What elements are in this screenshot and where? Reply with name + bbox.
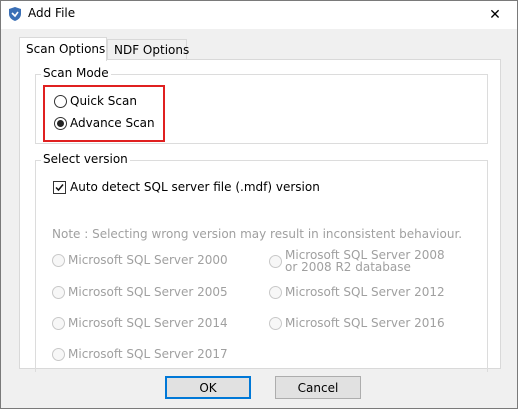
- radio-button[interactable]: [269, 285, 282, 299]
- select-version-caption: Select version: [41, 152, 130, 166]
- ok-button[interactable]: OK: [165, 376, 251, 399]
- radio-button[interactable]: [52, 316, 65, 330]
- window-title: Add File: [28, 6, 76, 20]
- auto-detect-checkbox[interactable]: Auto detect SQL server file (.mdf) versi…: [53, 180, 320, 194]
- sql-2008-radio[interactable]: Microsoft SQL Server 2008 or 2008 R2 dat…: [269, 249, 445, 273]
- radio-button[interactable]: [52, 285, 65, 299]
- radio-button[interactable]: [269, 254, 282, 268]
- sql-2005-radio[interactable]: Microsoft SQL Server 2005: [52, 285, 228, 299]
- close-button[interactable]: ✕: [473, 1, 517, 29]
- radio-button[interactable]: [269, 316, 282, 330]
- tab-label: Scan Options: [26, 42, 106, 56]
- sql-2014-label: Microsoft SQL Server 2014: [68, 316, 228, 330]
- checkmark-icon: [55, 183, 64, 191]
- close-icon: ✕: [489, 7, 501, 23]
- sql-2014-radio[interactable]: Microsoft SQL Server 2014: [52, 316, 228, 330]
- sql-2000-label: Microsoft SQL Server 2000: [68, 253, 228, 267]
- radio-button[interactable]: [52, 347, 65, 361]
- tab-scan-options[interactable]: Scan Options: [19, 37, 107, 61]
- sql-2005-label: Microsoft SQL Server 2005: [68, 285, 228, 299]
- highlight-annotation: [43, 85, 165, 142]
- add-file-dialog: Add File ✕ Scan Options NDF Options Scan…: [0, 0, 518, 409]
- tab-label: NDF Options: [114, 43, 190, 57]
- tab-ndf-options[interactable]: NDF Options: [107, 39, 190, 60]
- sql-2012-label: Microsoft SQL Server 2012: [285, 285, 445, 299]
- sql-2008-label-line2: or 2008 R2 database: [285, 260, 411, 274]
- cancel-button[interactable]: Cancel: [275, 376, 361, 399]
- app-logo-icon: [8, 7, 22, 21]
- sql-2016-radio[interactable]: Microsoft SQL Server 2016: [269, 316, 445, 330]
- sql-2017-radio[interactable]: Microsoft SQL Server 2017: [52, 347, 228, 361]
- radio-button[interactable]: [52, 253, 65, 267]
- sql-2017-label: Microsoft SQL Server 2017: [68, 347, 228, 361]
- scan-mode-caption: Scan Mode: [41, 66, 111, 80]
- checkbox[interactable]: [53, 180, 66, 194]
- sql-2000-radio[interactable]: Microsoft SQL Server 2000: [52, 253, 228, 267]
- title-bar: Add File ✕: [1, 1, 517, 29]
- sql-2012-radio[interactable]: Microsoft SQL Server 2012: [269, 285, 445, 299]
- auto-detect-label: Auto detect SQL server file (.mdf) versi…: [70, 180, 320, 194]
- version-warning-note: Note : Selecting wrong version may resul…: [52, 227, 463, 241]
- sql-2008-label: Microsoft SQL Server 2008 or 2008 R2 dat…: [285, 249, 445, 273]
- sql-2016-label: Microsoft SQL Server 2016: [285, 316, 445, 330]
